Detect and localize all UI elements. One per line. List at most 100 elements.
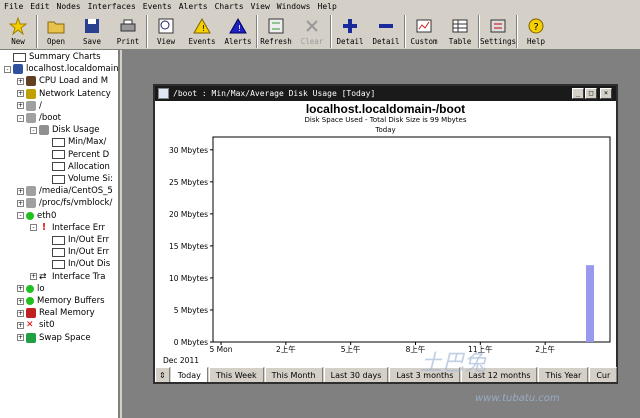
tree-node[interactable]: Percent D (43, 149, 109, 161)
menu-bar: File Edit Nodes Interfaces Events Alerts Chart… (0, 0, 640, 13)
y-tick-label: 20 Mbytes (169, 210, 208, 219)
toolbar-events-button[interactable]: ! Events (184, 13, 220, 50)
expand-box-icon[interactable]: + (30, 273, 37, 281)
menu-events[interactable]: Events (143, 2, 172, 11)
menu-charts[interactable]: Charts (215, 2, 244, 11)
tree-node[interactable]: + Memory Buffers (17, 295, 105, 307)
tree-node[interactable]: + CPU Load and M (17, 75, 108, 87)
toolbar-view-button[interactable]: View (148, 13, 184, 50)
tree-node[interactable]: - eth0 (17, 210, 56, 222)
toolbar-new-button[interactable]: New (0, 13, 36, 50)
toolbar-detail-button[interactable]: Detail (332, 13, 368, 50)
expand-box-icon[interactable]: + (17, 334, 24, 342)
toolbar-settings-button[interactable]: Settings (480, 13, 516, 50)
chart-small-icon (52, 247, 65, 257)
toolbar-refresh-button[interactable]: Refresh (258, 13, 294, 50)
navigation-tree[interactable]: Summary Charts - localhost.localdomain + CPU… (0, 50, 120, 418)
x-tick-label: 5上午 (341, 344, 361, 354)
toolbar-label: Clear (300, 37, 324, 46)
minimize-button[interactable]: _ (572, 88, 584, 99)
menu-view[interactable]: View (251, 2, 270, 11)
tree-node[interactable]: + / (17, 100, 42, 112)
close-button[interactable]: × (600, 88, 612, 99)
tree-node[interactable]: In/Out Err (43, 246, 109, 258)
refresh-icon (266, 16, 286, 36)
chart-small-icon (52, 150, 65, 160)
expand-box-icon[interactable]: + (17, 321, 24, 329)
tree-node-label: Memory Buffers (37, 296, 105, 306)
toolbar-table-button[interactable]: Table (442, 13, 478, 50)
tab-today[interactable]: Today (170, 367, 208, 382)
collapse-box-icon[interactable]: - (17, 212, 24, 220)
tree-node[interactable]: + /proc/fs/vmblock/ (17, 197, 112, 209)
collapse-box-icon[interactable]: - (17, 114, 24, 122)
chart-small-icon (52, 259, 65, 269)
tree-node[interactable]: Summary Charts (4, 51, 101, 63)
tree-node[interactable]: + /media/CentOS_5 (17, 185, 113, 197)
tree-node[interactable]: In/Out Err (43, 234, 109, 246)
tree-node-label: /media/CentOS_5 (39, 186, 113, 197)
tree-node[interactable]: Volume Si: (43, 173, 113, 185)
expand-box-icon[interactable]: + (17, 199, 24, 207)
collapse-box-icon[interactable]: - (30, 126, 37, 134)
tree-node-label: Network Latency (39, 88, 111, 99)
expand-box-icon[interactable]: + (17, 297, 24, 305)
tab-last-30-days[interactable]: Last 30 days (323, 367, 389, 382)
expand-box-icon[interactable]: + (17, 77, 24, 85)
toolbar-print-button[interactable]: Print (110, 13, 146, 50)
toolbar-custom-button[interactable]: Custom (406, 13, 442, 50)
expand-box-icon[interactable]: + (17, 102, 24, 110)
tree-node[interactable]: Min/Max/ (43, 136, 106, 148)
menu-interfaces[interactable]: Interfaces (88, 2, 136, 11)
tree-node[interactable]: + Real Memory (17, 307, 95, 319)
tree-node[interactable]: + Swap Space (17, 332, 91, 344)
clear-x-icon (302, 16, 322, 36)
tree-node-label: Real Memory (39, 308, 95, 319)
tree-node[interactable]: In/Out Dis (43, 258, 110, 270)
menu-file[interactable]: File (4, 2, 23, 11)
floppy-disk-icon (82, 16, 102, 36)
expand-box-icon[interactable]: + (17, 187, 24, 195)
chart-window[interactable]: /boot : Min/Max/Average Disk Usage [Toda… (153, 84, 618, 384)
magnifier-icon (156, 16, 176, 36)
toolbar-detail-button-less[interactable]: Detail (368, 13, 404, 50)
tree-node[interactable]: + lo (17, 283, 45, 295)
tree-node[interactable]: + Network Latency (17, 88, 111, 100)
chart-small-icon (52, 235, 65, 245)
maximize-button[interactable]: □ (585, 88, 597, 99)
expand-box-icon[interactable]: + (17, 309, 24, 317)
tab-this-month[interactable]: This Month (264, 367, 323, 382)
tree-node[interactable]: - /boot (17, 112, 61, 124)
menu-windows[interactable]: Windows (277, 2, 311, 11)
toolbar-save-button[interactable]: Save (74, 13, 110, 50)
tab-this-year[interactable]: This Year (538, 367, 589, 382)
tree-node[interactable]: - Disk Usage (30, 124, 99, 136)
tree-node[interactable]: + ⇄ Interface Tra (30, 271, 105, 283)
x-tick-label: 5 Mon (210, 345, 233, 354)
tabs-scroll-icon[interactable]: ⇕ (155, 367, 170, 382)
toolbar-alerts-button[interactable]: ! Alerts (220, 13, 256, 50)
menu-edit[interactable]: Edit (30, 2, 49, 11)
collapse-box-icon[interactable]: - (4, 65, 11, 73)
alert-triangle-icon: ! (228, 16, 248, 36)
tree-node-label: Disk Usage (52, 125, 100, 136)
toolbar-label: New (11, 37, 25, 46)
tree-node[interactable]: - localhost.localdomain (4, 63, 118, 75)
window-title: /boot : Min/Max/Average Disk Usage [Toda… (173, 89, 376, 98)
expand-box-icon[interactable]: + (17, 90, 24, 98)
tab-cur[interactable]: Cur (589, 367, 618, 382)
tree-node[interactable]: + ✕ sit0 (17, 319, 55, 331)
menu-nodes[interactable]: Nodes (57, 2, 81, 11)
menu-help[interactable]: Help (318, 2, 337, 11)
tree-node[interactable]: Allocation (43, 161, 110, 173)
tree-node[interactable]: -! Interface Err (30, 222, 105, 234)
expand-box-icon[interactable]: + (17, 285, 24, 293)
window-titlebar[interactable]: /boot : Min/Max/Average Disk Usage [Toda… (155, 86, 616, 101)
toolbar-help-button[interactable]: ? Help (518, 13, 554, 50)
tree-node-label: In/Out Err (68, 235, 110, 245)
toolbar-open-button[interactable]: Open (38, 13, 74, 50)
menu-alerts[interactable]: Alerts (179, 2, 208, 11)
memory-icon (26, 308, 36, 319)
collapse-box-icon[interactable]: - (30, 224, 37, 232)
tab-this-week[interactable]: This Week (208, 367, 264, 382)
